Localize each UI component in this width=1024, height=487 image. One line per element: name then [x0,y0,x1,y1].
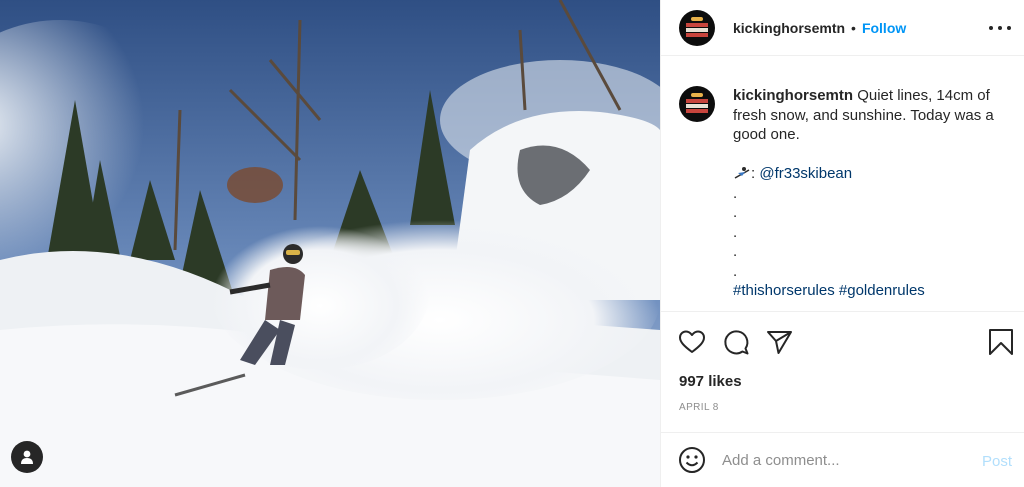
share-icon[interactable] [765,328,793,356]
comments-section: kickinghorsemtn Quiet lines, 14cm of fre… [661,56,1024,311]
photo-credit: : @fr33skibean [733,164,1005,184]
hashtags: #thishorserules #goldenrules [733,281,1005,301]
caption: kickinghorsemtn Quiet lines, 14cm of fre… [679,86,1009,301]
caption-dot: . [733,262,738,280]
action-bar [661,311,1024,371]
more-options-icon[interactable] [989,18,1011,38]
likes-count[interactable]: 997 likes [679,373,742,390]
tagged-users-button[interactable] [11,441,43,473]
post-comment-button[interactable]: Post [982,453,1012,470]
follow-button[interactable]: Follow [862,20,906,36]
caption-dot: . [733,243,738,260]
person-icon [21,450,33,464]
comment-input[interactable] [722,451,962,469]
add-comment-bar: Post [661,432,1024,487]
caption-avatar[interactable] [679,86,715,122]
header-username[interactable]: kickinghorsemtn [733,20,845,36]
caption-dot: . [733,184,738,202]
comment-icon[interactable] [722,328,750,356]
heart-icon[interactable] [678,328,706,356]
header-separator: • [851,19,856,36]
hashtag-link[interactable]: #thishorserules [733,282,835,299]
skier-powder-photo [0,0,660,487]
caption-dot: . [733,223,738,241]
credit-handle-link[interactable]: @fr33skibean [759,165,852,182]
caption-dot: . [733,204,738,221]
emoji-smile-icon[interactable] [678,446,706,474]
hashtag-link[interactable]: #goldenrules [839,282,925,299]
skier-emoji-icon [734,167,750,179]
post-photo[interactable] [0,0,660,487]
avatar[interactable] [679,9,715,46]
credit-separator: : [751,165,756,182]
caption-text: kickinghorsemtn Quiet lines, 14cm of fre… [733,86,1005,301]
post-details-panel: kickinghorsemtn • Follow kickinghorsemtn… [660,0,1024,487]
caption-username[interactable]: kickinghorsemtn [733,87,853,104]
bookmark-icon[interactable] [987,328,1015,356]
post-date[interactable]: APRIL 8 [679,402,719,413]
post-header: kickinghorsemtn • Follow [661,0,1024,56]
